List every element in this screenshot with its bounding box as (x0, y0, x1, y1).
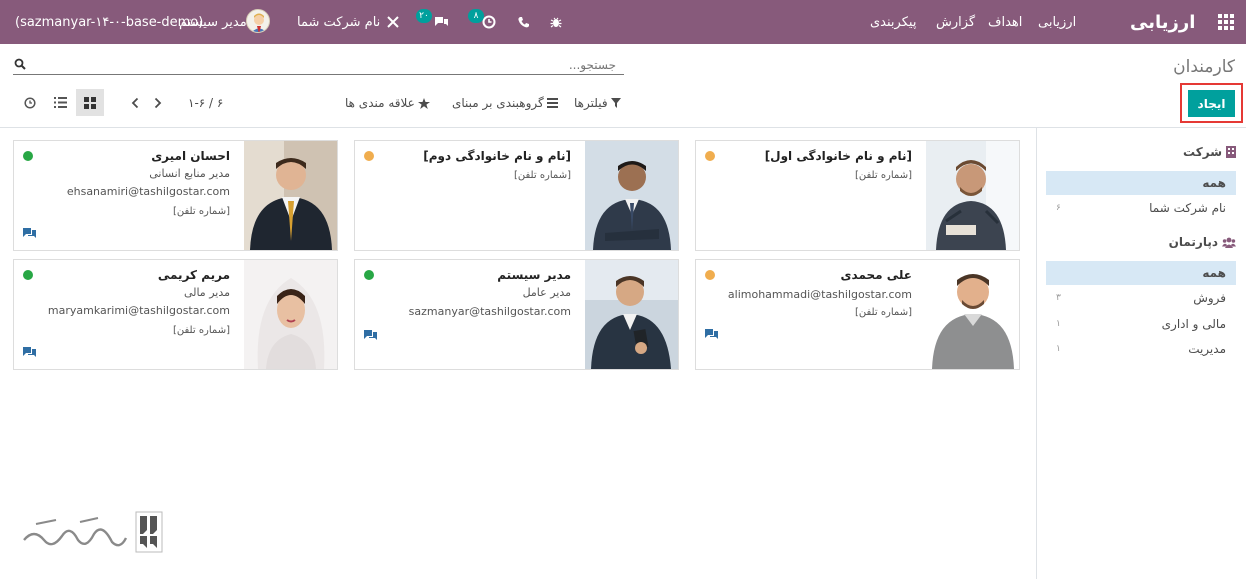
list-view-button[interactable] (46, 89, 74, 116)
users-icon (1222, 237, 1236, 248)
employee-job-title: مدیر منابع انسانی (149, 167, 230, 180)
clock-icon (24, 96, 36, 109)
status-away-dot (705, 270, 715, 280)
search-input[interactable] (33, 56, 616, 74)
employee-card[interactable]: علی محمدی alimohammadi@tashilgostar.com … (695, 259, 1020, 370)
department-filter-management[interactable]: ۱ مدیریت (1046, 337, 1236, 361)
search-panel: شرکت همه ۶ نام شرکت شما دپارتمان همه ۳ ف… (1036, 128, 1246, 579)
employee-photo (244, 141, 337, 250)
status-online-dot (23, 151, 33, 161)
status-away-dot (705, 151, 715, 161)
menu-appraisal[interactable]: ارزیابی (1038, 0, 1076, 44)
employee-job-title: مدیر عامل (522, 286, 571, 299)
employee-photo (926, 141, 1019, 250)
company-filter-heading: شرکت (1183, 145, 1236, 159)
chevron-right-icon (154, 97, 162, 109)
employee-card[interactable]: [نام و نام خانوادگی دوم] [شماره تلفن] (354, 140, 679, 251)
status-online-dot (364, 270, 374, 280)
employee-photo (244, 260, 337, 369)
list-icon (53, 97, 67, 108)
employee-card[interactable]: [نام و نام خانوادگی اول] [شماره تلفن] (695, 140, 1020, 251)
chat-icon[interactable] (23, 347, 36, 358)
chat-icon[interactable] (705, 329, 718, 340)
star-icon (417, 97, 430, 109)
groupby-button[interactable]: گروهبندی بر مبنای (452, 92, 558, 114)
employee-name: مدیر سیستم (497, 268, 571, 282)
create-button-highlight: ایجاد (1180, 83, 1243, 123)
department-filter-heading: دپارتمان (1169, 235, 1236, 249)
department-filter-sales[interactable]: ۳ فروش (1046, 286, 1236, 310)
company-filter-all[interactable]: همه (1046, 171, 1236, 195)
employee-email[interactable]: alimohammadi@tashilgostar.com (728, 288, 912, 301)
activity-count-badge: ۸ (468, 9, 484, 23)
department-filter-finance[interactable]: ۱ مالی و اداری (1046, 312, 1236, 336)
company-switcher[interactable]: نام شرکت شما (297, 0, 380, 44)
employee-email[interactable]: sazmanyar@tashilgostar.com (409, 305, 571, 318)
pager-value[interactable]: ۱-۶ / ۶ (188, 92, 223, 114)
chat-icon[interactable] (23, 228, 36, 239)
search-bar (13, 55, 624, 75)
menu-goals[interactable]: اهداف (988, 0, 1022, 44)
message-count-badge: ۲۰ (416, 9, 432, 23)
employee-photo (585, 260, 678, 369)
employee-name: [نام و نام خانوادگی اول] (764, 149, 912, 163)
kanban-grid-icon (84, 96, 96, 109)
create-button[interactable]: ایجاد (1188, 90, 1235, 117)
filter-icon (610, 98, 621, 108)
activity-view-button[interactable] (16, 89, 44, 116)
status-away-dot (364, 151, 374, 161)
kanban-view-button[interactable] (76, 89, 104, 116)
employee-phone: [شماره تلفن] (854, 307, 912, 318)
apps-grid-icon[interactable] (1215, 0, 1237, 44)
user-avatar[interactable] (246, 9, 270, 33)
employee-phone: [شماره تلفن] (172, 206, 230, 217)
clock-icon[interactable] (481, 0, 497, 44)
employee-phone: [شماره تلفن] (172, 325, 230, 336)
menu-reporting[interactable]: گزارش (936, 0, 975, 44)
employee-job-title: مدیر مالی (183, 286, 230, 299)
employee-card[interactable]: احسان امیری مدیر منابع انسانی ehsanamiri… (13, 140, 338, 251)
menu-configuration[interactable]: پیکربندی (870, 0, 916, 44)
page-title: کارمندان (1173, 57, 1235, 77)
user-name[interactable]: مدیر سیستم (179, 0, 247, 44)
employee-phone: [شماره تلفن] (854, 170, 912, 181)
favorites-button[interactable]: علاقه مندی ها (345, 92, 430, 114)
pager-next-button[interactable] (154, 92, 162, 114)
filters-label: فیلترها (574, 96, 608, 110)
top-navbar: ارزیابی ارزیابی اهداف گزارش پیکربندی (sa… (0, 0, 1246, 44)
employee-name: مریم کریمی (157, 268, 230, 282)
employee-name: [نام و نام خانوادگی دوم] (423, 149, 571, 163)
app-title[interactable]: ارزیابی (1130, 0, 1195, 44)
tools-icon[interactable] (385, 0, 401, 44)
pager-previous-button[interactable] (131, 92, 139, 114)
favorites-label: علاقه مندی ها (345, 96, 415, 110)
database-name[interactable]: (sazmanyar-۱۴-۰-base-demo) (15, 0, 203, 44)
building-icon (1226, 146, 1236, 158)
employee-phone: [شماره تلفن] (513, 170, 571, 181)
company-filter-your-company[interactable]: ۶ نام شرکت شما (1046, 196, 1236, 220)
employee-name: علی محمدی (840, 268, 912, 282)
employee-photo (585, 141, 678, 250)
phone-icon[interactable] (516, 0, 530, 44)
status-online-dot (23, 270, 33, 280)
department-filter-all[interactable]: همه (1046, 261, 1236, 285)
chevron-left-icon (131, 97, 139, 109)
chat-icon[interactable] (432, 0, 450, 44)
bug-icon[interactable] (549, 0, 563, 44)
employee-email[interactable]: maryamkarimi@tashilgostar.com (48, 304, 230, 317)
employee-email[interactable]: ehsanamiri@tashilgostar.com (67, 185, 230, 198)
filters-button[interactable]: فیلترها (574, 92, 621, 114)
chat-icon[interactable] (364, 330, 377, 341)
bars-icon (546, 98, 558, 108)
groupby-label: گروهبندی بر مبنای (452, 96, 544, 110)
employee-card[interactable]: مدیر سیستم مدیر عامل sazmanyar@tashilgos… (354, 259, 679, 370)
employee-card[interactable]: مریم کریمی مدیر مالی maryamkarimi@tashil… (13, 259, 338, 370)
employee-photo (926, 260, 1019, 369)
search-icon[interactable] (14, 58, 26, 70)
employee-name: احسان امیری (151, 149, 230, 163)
brand-watermark-logo (22, 510, 166, 556)
